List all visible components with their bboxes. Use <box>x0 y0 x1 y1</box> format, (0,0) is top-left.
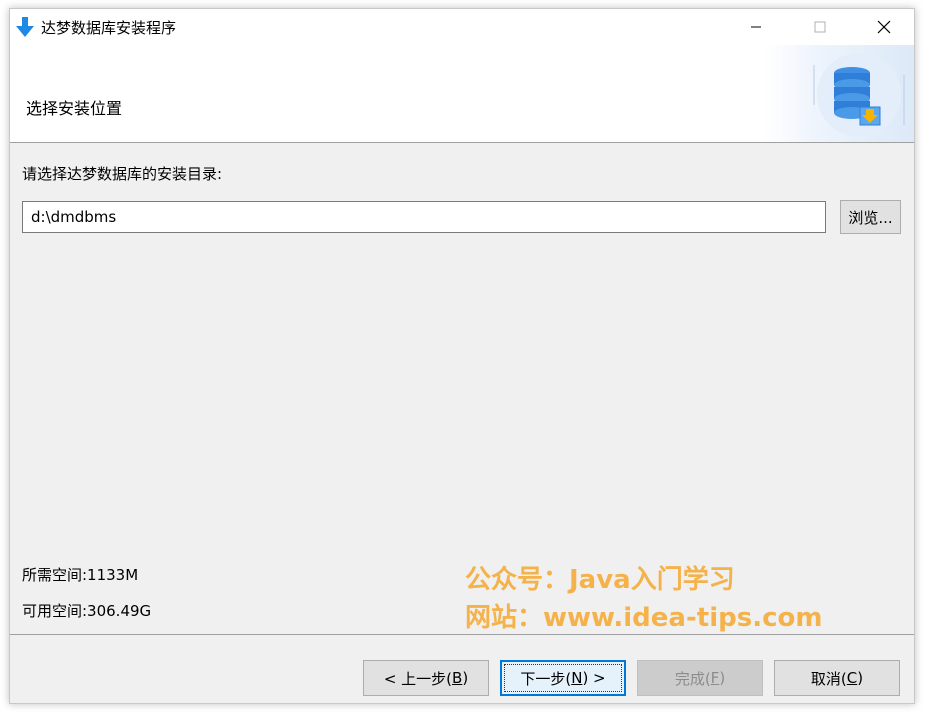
database-server-icon <box>813 53 905 137</box>
minimize-icon <box>751 26 761 28</box>
watermark-line-2: 网站：www.idea-tips.com <box>465 603 823 633</box>
download-arrow-icon <box>14 15 36 39</box>
maximize-icon <box>814 21 826 33</box>
required-space-label: 所需空间:1133M <box>22 566 139 584</box>
watermark: 公众号：Java入门学习 网站：www.idea-tips.com <box>465 561 822 637</box>
install-dir-prompt: 请选择达梦数据库的安装目录: <box>22 165 223 183</box>
header-banner <box>764 45 914 142</box>
cancel-button[interactable]: 取消(C) <box>774 660 900 696</box>
minimize-button[interactable] <box>733 9 779 45</box>
maximize-button[interactable] <box>797 9 843 45</box>
window-title: 达梦数据库安装程序 <box>41 19 177 37</box>
watermark-line-1: 公众号：Java入门学习 <box>465 565 735 595</box>
footer-divider <box>10 634 914 635</box>
browse-button[interactable]: 浏览... <box>840 200 901 234</box>
finish-button[interactable]: 完成(F) <box>637 660 763 696</box>
installer-window: 达梦数据库安装程序 选择安装位置 请选择达梦数据库的安装目录: d:\dmdbm… <box>9 8 915 704</box>
available-space-label: 可用空间:306.49G <box>22 602 152 620</box>
close-button[interactable] <box>861 9 907 45</box>
close-icon <box>877 20 891 34</box>
step-title: 选择安装位置 <box>26 99 123 118</box>
back-button[interactable]: < 上一步(B) <box>363 660 489 696</box>
next-button[interactable]: 下一步(N) > <box>500 660 626 696</box>
wizard-header: 选择安装位置 <box>10 45 914 143</box>
install-path-input[interactable] <box>22 201 826 233</box>
title-bar[interactable]: 达梦数据库安装程序 <box>10 9 914 45</box>
